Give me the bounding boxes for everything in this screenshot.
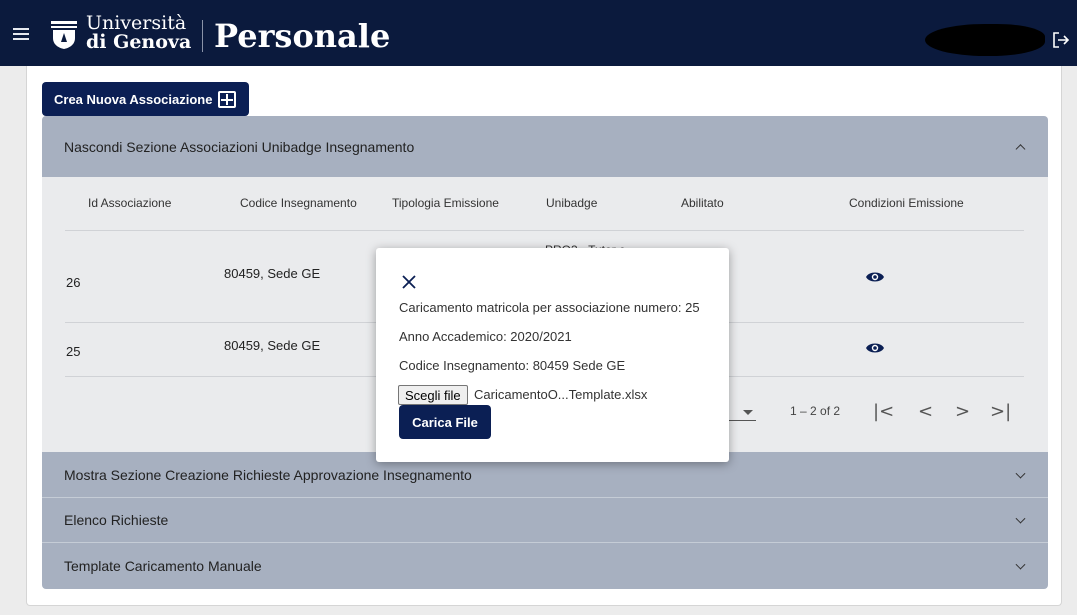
create-association-button[interactable]: Crea Nuova Associazione (42, 82, 249, 116)
column-header-abilitato[interactable]: Abilitato (681, 196, 724, 210)
app-title: Personale (214, 17, 391, 55)
row-26-codice: 80459, Sede GE (224, 266, 321, 281)
column-header-tipologia[interactable]: Tipologia Emissione (392, 196, 499, 210)
menu-icon[interactable] (13, 28, 29, 40)
university-name: Università di Genova (86, 14, 191, 52)
associations-panel-header[interactable]: Nascondi Sezione Associazioni Unibadge I… (42, 116, 1048, 177)
eye-icon[interactable] (865, 270, 885, 284)
dialog-academic-year: Anno Accademico: 2020/2021 (399, 329, 572, 344)
university-line2: di Genova (86, 31, 192, 53)
associations-panel-title: Nascondi Sezione Associazioni Unibadge I… (64, 138, 415, 155)
column-header-id[interactable]: Id Associazione (88, 196, 171, 210)
requests-list-panel-title: Elenco Richieste (64, 512, 169, 528)
chevron-down-icon (1015, 513, 1026, 524)
template-panel-title: Template Caricamento Manuale (64, 558, 262, 574)
header-divider (202, 20, 203, 52)
dialog-association-line: Caricamento matricola per associazione n… (399, 300, 700, 315)
choose-file-button[interactable]: Scegli file (398, 385, 468, 405)
selected-file-name: CaricamentoO...Template.xlsx (474, 387, 648, 402)
column-header-codice[interactable]: Codice Insegnamento (240, 196, 357, 210)
pagination-range: 1 – 2 of 2 (790, 404, 841, 418)
logout-icon[interactable] (1052, 31, 1070, 49)
close-icon[interactable] (402, 275, 416, 289)
first-page-icon[interactable]: |< (873, 401, 894, 422)
column-header-unibadge[interactable]: Unibadge (546, 196, 597, 210)
chevron-down-icon (1015, 468, 1026, 479)
requests-list-panel-header[interactable]: Elenco Richieste (42, 498, 1048, 543)
upload-file-button[interactable]: Carica File (399, 405, 491, 439)
row-25-id: 25 (66, 344, 81, 359)
next-page-icon[interactable]: > (955, 401, 970, 422)
dialog-course-code: Codice Insegnamento: 80459 Sede GE (399, 358, 626, 373)
top-bar: Università di Genova Personale (0, 0, 1077, 66)
add-box-icon (218, 90, 237, 108)
create-association-label: Crea Nuova Associazione (54, 91, 213, 107)
university-crest-icon (51, 21, 77, 49)
chevron-up-icon (1015, 143, 1026, 154)
table-divider (65, 230, 1024, 231)
column-header-condizioni[interactable]: Condizioni Emissione (849, 196, 964, 210)
template-panel-header[interactable]: Template Caricamento Manuale (42, 543, 1048, 589)
row-25-codice: 80459, Sede GE (224, 338, 321, 353)
previous-page-icon[interactable]: < (918, 401, 933, 422)
row-26-id: 26 (66, 275, 81, 290)
requests-creation-panel-title: Mostra Sezione Creazione Richieste Appro… (64, 466, 472, 483)
page-size-dropdown-icon[interactable] (743, 410, 753, 415)
last-page-icon[interactable]: >| (990, 401, 1011, 422)
upload-dialog: Caricamento matricola per associazione n… (376, 248, 729, 462)
redacted-user-area (925, 24, 1045, 56)
eye-icon[interactable] (865, 341, 885, 355)
chevron-down-icon (1015, 559, 1026, 570)
